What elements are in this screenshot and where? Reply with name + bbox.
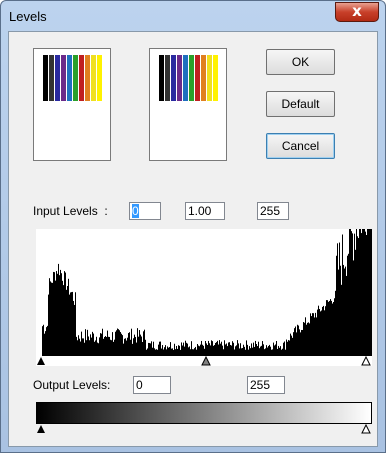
close-button[interactable]: x [335, 2, 379, 22]
preview-color-bar [61, 55, 66, 101]
preview-color-bar [195, 55, 200, 101]
preview-color-bar [165, 55, 170, 101]
cancel-button[interactable]: Cancel [266, 133, 335, 159]
output-black-value: 0 [136, 378, 143, 392]
input-level-markers [37, 356, 371, 366]
preview-color-bar [177, 55, 182, 101]
output-black-field[interactable]: 0 [133, 376, 171, 394]
input-white-value: 255 [260, 204, 281, 218]
preview-color-bar [49, 55, 54, 101]
preview-color-bar [97, 55, 102, 101]
output-levels-label: Output Levels: [33, 378, 111, 392]
preview-color-bar [79, 55, 84, 101]
close-icon: x [352, 2, 362, 20]
preview-color-bar [183, 55, 188, 101]
output-black-marker-icon[interactable] [37, 425, 45, 433]
original-preview-image [43, 55, 102, 101]
input-gamma-value: 1.00 [188, 204, 212, 218]
preview-color-bar [189, 55, 194, 101]
adjusted-preview [149, 48, 227, 161]
preview-color-bar [73, 55, 78, 101]
preview-color-bar [67, 55, 72, 101]
preview-color-bar [91, 55, 96, 101]
output-level-markers [37, 424, 371, 434]
input-black-value: 0 [132, 204, 139, 218]
window-title: Levels [9, 9, 47, 24]
default-button[interactable]: Default [266, 91, 335, 117]
original-preview [33, 48, 111, 161]
preview-color-bar [159, 55, 164, 101]
preview-color-bar [171, 55, 176, 101]
input-gamma-marker-icon[interactable] [201, 356, 211, 366]
output-white-marker-icon[interactable] [361, 424, 371, 434]
output-gradient [36, 402, 372, 424]
ok-button[interactable]: OK [266, 49, 335, 75]
preview-color-bar [207, 55, 212, 101]
output-white-value: 255 [250, 378, 271, 392]
input-gamma-field[interactable]: 1.00 [185, 202, 225, 220]
input-white-field[interactable]: 255 [257, 202, 289, 220]
adjusted-preview-image [159, 55, 218, 101]
preview-color-bar [213, 55, 218, 101]
title-bar: Levels x [1, 1, 385, 31]
preview-color-bar [55, 55, 60, 101]
histogram [36, 229, 372, 366]
input-black-field[interactable]: 0 [129, 202, 161, 220]
dialog-client: OK Default Cancel Input Levels : 0 1.00 … [8, 31, 378, 447]
levels-dialog: Levels x OK Default Cancel Input Levels … [0, 0, 386, 453]
input-levels-label: Input Levels : [33, 204, 108, 218]
input-white-marker-icon[interactable] [361, 356, 371, 366]
input-black-marker-icon[interactable] [37, 357, 45, 365]
preview-color-bar [85, 55, 90, 101]
preview-color-bar [201, 55, 206, 101]
output-white-field[interactable]: 255 [247, 376, 285, 394]
preview-color-bar [43, 55, 48, 101]
